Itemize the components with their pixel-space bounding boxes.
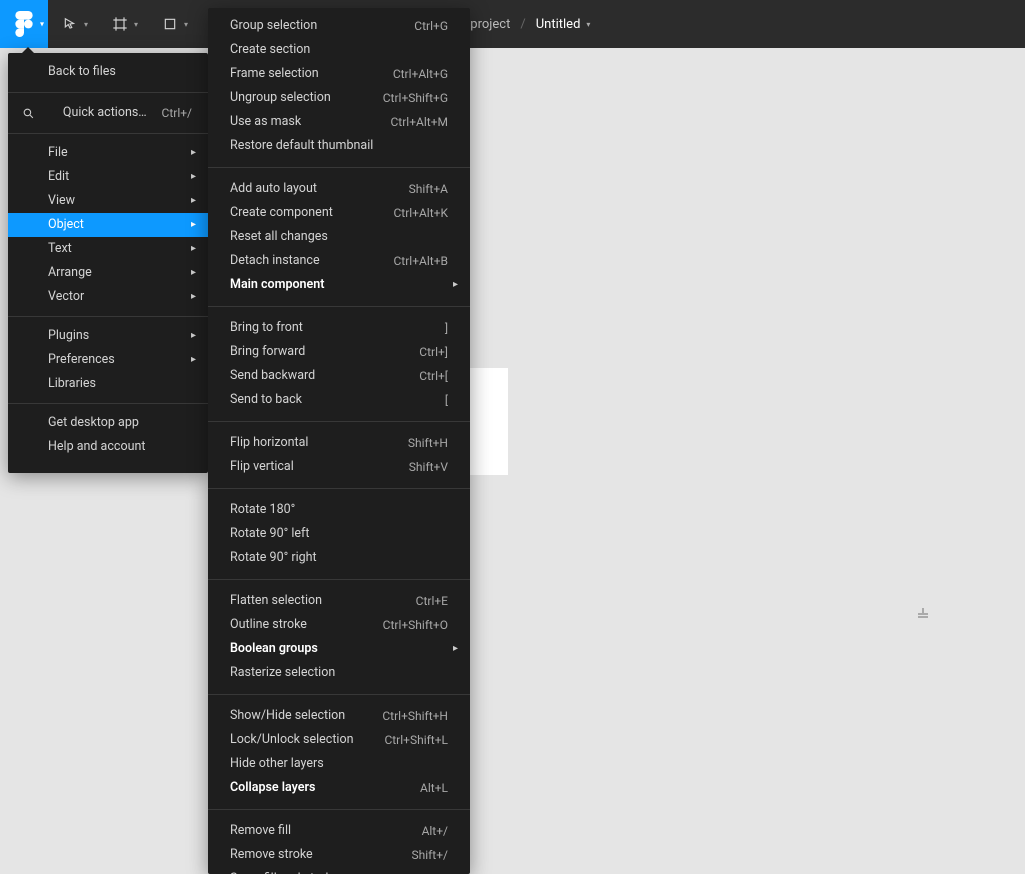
menu-file[interactable]: File▸: [8, 141, 208, 165]
menu-frame-selection[interactable]: Frame selectionCtrl+Alt+G: [208, 62, 470, 86]
chevron-down-icon: ▾: [132, 20, 142, 29]
chevron-right-icon: ▸: [191, 285, 196, 309]
chevron-right-icon: ▸: [453, 637, 458, 661]
menu-outline-stroke[interactable]: Outline strokeCtrl+Shift+O: [208, 613, 470, 637]
menu-plugins[interactable]: Plugins▸: [8, 324, 208, 348]
menu-separator: [8, 403, 208, 404]
menu-separator: [208, 306, 470, 307]
menu-swap-fill-and-stroke[interactable]: Swap fill and strokeShift+X: [208, 867, 470, 874]
frame-icon: [112, 16, 128, 32]
search-icon: [22, 107, 36, 120]
menu-get-desktop-app[interactable]: Get desktop app: [8, 411, 208, 435]
menu-edit[interactable]: Edit▸: [8, 165, 208, 189]
menu-arrange[interactable]: Arrange▸: [8, 261, 208, 285]
menu-flatten-selection[interactable]: Flatten selectionCtrl+E: [208, 589, 470, 613]
menu-vector[interactable]: Vector▸: [8, 285, 208, 309]
trash-icon: [918, 608, 928, 620]
menu-flip-vertical[interactable]: Flip verticalShift+V: [208, 455, 470, 479]
shape-tool[interactable]: ▾: [148, 0, 198, 48]
frame-tool[interactable]: ▾: [98, 0, 148, 48]
menu-create-section[interactable]: Create section: [208, 38, 470, 62]
menu-object[interactable]: Object▸: [8, 213, 208, 237]
menu-back-to-files[interactable]: Back to files: [8, 59, 208, 85]
menu-remove-stroke[interactable]: Remove strokeShift+/: [208, 843, 470, 867]
menu-text[interactable]: Text▸: [8, 237, 208, 261]
menu-send-to-back[interactable]: Send to back[: [208, 388, 470, 412]
file-title: Untitled: [536, 17, 581, 32]
chevron-right-icon: ▸: [191, 213, 196, 237]
menu-separator: [8, 316, 208, 317]
chevron-right-icon: ▸: [191, 189, 196, 213]
menu-add-auto-layout[interactable]: Add auto layoutShift+A: [208, 177, 470, 201]
chevron-right-icon: ▸: [191, 237, 196, 261]
menu-flip-horizontal[interactable]: Flip horizontalShift+H: [208, 431, 470, 455]
main-menu: Back to files Quick actions… Ctrl+/ File…: [8, 53, 208, 473]
menu-hide-other-layers[interactable]: Hide other layers: [208, 752, 470, 776]
menu-separator: [208, 488, 470, 489]
menu-ungroup-selection[interactable]: Ungroup selectionCtrl+Shift+G: [208, 86, 470, 110]
chevron-right-icon: ▸: [191, 165, 196, 189]
menu-separator: [208, 809, 470, 810]
menu-view[interactable]: View▸: [8, 189, 208, 213]
breadcrumb-separator: /: [520, 17, 525, 32]
menu-separator: [208, 167, 470, 168]
menu-rotate-180[interactable]: Rotate 180°: [208, 498, 470, 522]
menu-rotate-right[interactable]: Rotate 90° right: [208, 546, 470, 570]
object-submenu: Group selectionCtrl+G Create section Fra…: [208, 8, 470, 874]
menu-separator: [8, 92, 208, 93]
menu-rasterize-selection[interactable]: Rasterize selection: [208, 661, 470, 685]
menu-rotate-left[interactable]: Rotate 90° left: [208, 522, 470, 546]
menu-reset-all-changes[interactable]: Reset all changes: [208, 225, 470, 249]
chevron-right-icon: ▸: [453, 273, 458, 297]
chevron-right-icon: ▸: [191, 141, 196, 165]
menu-restore-default-thumbnail[interactable]: Restore default thumbnail: [208, 134, 470, 158]
menu-bring-to-front[interactable]: Bring to front]: [208, 316, 470, 340]
chevron-right-icon: ▸: [191, 324, 196, 348]
chevron-right-icon: ▸: [191, 261, 196, 285]
chevron-right-icon: ▸: [191, 348, 196, 372]
menu-lock-unlock-selection[interactable]: Lock/Unlock selectionCtrl+Shift+L: [208, 728, 470, 752]
menu-separator: [8, 133, 208, 134]
menu-preferences[interactable]: Preferences▸: [8, 348, 208, 372]
menu-show-hide-selection[interactable]: Show/Hide selectionCtrl+Shift+H: [208, 704, 470, 728]
menu-remove-fill[interactable]: Remove fillAlt+/: [208, 819, 470, 843]
menu-boolean-groups[interactable]: Boolean groups▸: [208, 637, 470, 661]
chevron-down-icon: ▾: [182, 20, 192, 29]
file-title-dropdown[interactable]: Untitled ▾: [536, 17, 591, 32]
menu-separator: [208, 421, 470, 422]
figma-logo-icon: [15, 11, 33, 37]
menu-quick-actions[interactable]: Quick actions… Ctrl+/: [8, 100, 208, 126]
main-menu-button[interactable]: ▾: [0, 0, 48, 48]
menu-bring-forward[interactable]: Bring forwardCtrl+]: [208, 340, 470, 364]
top-toolbar: ▾ ▾ ▾ ▾ Team project / Untitled ▾: [0, 0, 1025, 48]
menu-separator: [208, 694, 470, 695]
menu-main-component[interactable]: Main component▸: [208, 273, 470, 297]
menu-create-component[interactable]: Create componentCtrl+Alt+K: [208, 201, 470, 225]
menu-help-and-account[interactable]: Help and account: [8, 435, 208, 459]
chevron-down-icon: ▾: [40, 20, 44, 29]
rectangle-icon: [162, 16, 178, 32]
menu-use-as-mask[interactable]: Use as maskCtrl+Alt+M: [208, 110, 470, 134]
cursor-icon: [62, 16, 78, 32]
menu-collapse-layers[interactable]: Collapse layersAlt+L: [208, 776, 470, 800]
chevron-down-icon: ▾: [586, 20, 590, 29]
menu-send-backward[interactable]: Send backwardCtrl+[: [208, 364, 470, 388]
menu-detach-instance[interactable]: Detach instanceCtrl+Alt+B: [208, 249, 470, 273]
menu-separator: [208, 579, 470, 580]
menu-libraries[interactable]: Libraries: [8, 372, 208, 396]
menu-group-selection[interactable]: Group selectionCtrl+G: [208, 14, 470, 38]
chevron-down-icon: ▾: [82, 20, 92, 29]
move-tool[interactable]: ▾: [48, 0, 98, 48]
